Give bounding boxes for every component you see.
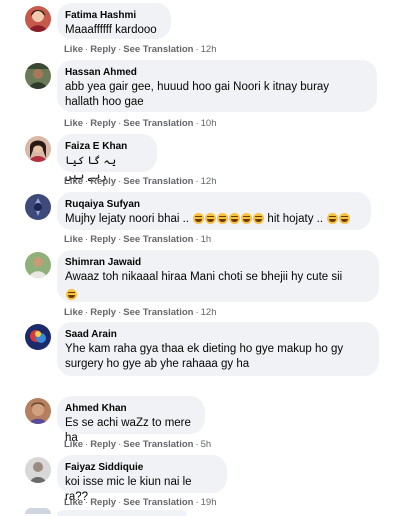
avatar[interactable] <box>25 508 51 514</box>
comment-text-part: hit hojaty .. <box>267 213 324 225</box>
avatar[interactable] <box>25 63 51 89</box>
comment-bubble: Shimran Jawaid Awaaz toh nikaaal hiraa M… <box>57 250 379 302</box>
separator-dot: · <box>85 497 89 508</box>
comment-author[interactable]: Shimran Jawaid <box>65 256 369 270</box>
see-translation-link[interactable]: See Translation <box>123 118 193 129</box>
like-button[interactable]: Like <box>64 176 83 187</box>
reply-button[interactable]: Reply <box>90 307 116 318</box>
comment-bubble: Hassan Ahmed abb yea gair gee, huuud hoo… <box>57 60 377 112</box>
laughing-emoji-icon <box>252 213 264 224</box>
comment-actions: Like · Reply · See Translation · 12h <box>64 44 217 56</box>
like-button[interactable]: Like <box>64 439 83 450</box>
timestamp[interactable]: 12h <box>201 176 217 187</box>
avatar[interactable] <box>25 398 51 424</box>
like-button[interactable]: Like <box>64 44 83 55</box>
comment-bubble: Ruqaiya Sufyan Mujhy lejaty noori bhai .… <box>57 192 371 230</box>
comment-text-part: Mujhy lejaty noori bhai .. <box>65 213 190 225</box>
separator-dot: · <box>195 44 199 55</box>
separator-dot: · <box>195 497 199 508</box>
like-button[interactable]: Like <box>64 497 83 508</box>
timestamp[interactable]: 19h <box>201 497 217 508</box>
comment-author[interactable]: Ahmed Khan <box>65 402 195 416</box>
laughing-emoji-icon <box>192 213 204 224</box>
comment-bubble: Ahmed Khan Es se achi waZz to mere ha <box>57 396 205 444</box>
laughing-emoji-icon <box>216 213 228 224</box>
reply-button[interactable]: Reply <box>90 234 116 245</box>
laughing-emoji-icon <box>326 213 338 224</box>
see-translation-link[interactable]: See Translation <box>123 307 193 318</box>
like-button[interactable]: Like <box>64 234 83 245</box>
timestamp[interactable]: 10h <box>201 118 217 129</box>
comment-text: Maaaffffff kardooo <box>65 24 157 36</box>
reply-button[interactable]: Reply <box>90 118 116 129</box>
reply-button[interactable]: Reply <box>90 497 116 508</box>
comment-actions: Like · Reply · See Translation · 12h <box>64 176 217 188</box>
laughing-emoji-icon <box>228 213 240 224</box>
comment-author[interactable]: Faiyaz Siddiquie <box>65 461 217 475</box>
separator-dot: · <box>118 497 122 508</box>
see-translation-link[interactable]: See Translation <box>123 497 193 508</box>
separator-dot: · <box>118 439 122 450</box>
comment-bubble: Fatima Hashmi Maaaffffff kardooo <box>57 3 171 39</box>
comment-bubble: Faiyaz Siddiquie koi isse mic le kiun na… <box>57 455 227 503</box>
separator-dot: · <box>195 176 199 187</box>
separator-dot: · <box>195 234 199 245</box>
comment-author[interactable]: Saad Arain <box>65 328 369 342</box>
separator-dot: · <box>85 44 89 55</box>
comment-text: abb yea gair gee, huuud hoo gai Noori k … <box>65 81 330 108</box>
comment-actions: Like · Reply · See Translation · 1h <box>64 234 211 246</box>
laughing-emoji-icon <box>240 213 252 224</box>
comment-bubble: Faiza E Khan یہ گا کیا رہے ہیں <box>57 134 157 182</box>
comment-bubble: Saad Arain Yhe kam raha gya thaa ek diet… <box>57 322 379 376</box>
timestamp[interactable]: 12h <box>201 44 217 55</box>
separator-dot: · <box>118 44 122 55</box>
avatar[interactable] <box>25 194 51 220</box>
separator-dot: · <box>118 118 122 129</box>
avatar[interactable] <box>25 252 51 278</box>
comment-text: Mujhy lejaty noori bhai .. hit hojaty .. <box>65 212 361 227</box>
reply-button[interactable]: Reply <box>90 439 116 450</box>
comment-bubble <box>57 510 187 516</box>
separator-dot: · <box>85 234 89 245</box>
reply-button[interactable]: Reply <box>90 44 116 55</box>
separator-dot: · <box>85 439 89 450</box>
laughing-emoji-icon <box>204 213 216 224</box>
avatar[interactable] <box>25 457 51 483</box>
separator-dot: · <box>195 118 199 129</box>
see-translation-link[interactable]: See Translation <box>123 439 193 450</box>
timestamp[interactable]: 5h <box>201 439 212 450</box>
like-button[interactable]: Like <box>64 307 83 318</box>
comment-text: Yhe kam raha gya thaa ek dieting ho gye … <box>65 343 344 370</box>
comment-text: Awaaz toh nikaaal hiraa Mani choti se bh… <box>65 271 343 283</box>
timestamp[interactable]: 12h <box>201 307 217 318</box>
timestamp[interactable]: 1h <box>201 234 212 245</box>
comment-actions: Like · Reply · See Translation · 5h <box>64 439 211 451</box>
separator-dot: · <box>85 176 89 187</box>
like-button[interactable]: Like <box>64 118 83 129</box>
separator-dot: · <box>118 176 122 187</box>
see-translation-link[interactable]: See Translation <box>123 176 193 187</box>
avatar[interactable] <box>25 136 51 162</box>
separator-dot: · <box>195 307 199 318</box>
see-translation-link[interactable]: See Translation <box>123 234 193 245</box>
comment-actions: Like · Reply · See Translation · 12h <box>64 307 217 319</box>
avatar[interactable] <box>25 324 51 350</box>
reply-button[interactable]: Reply <box>90 176 116 187</box>
separator-dot: · <box>85 307 89 318</box>
comment-actions: Like · Reply · See Translation · 19h <box>64 497 217 509</box>
separator-dot: · <box>118 234 122 245</box>
separator-dot: · <box>195 439 199 450</box>
see-translation-link[interactable]: See Translation <box>123 44 193 55</box>
comment-author[interactable]: Ruqaiya Sufyan <box>65 198 361 212</box>
comment-author[interactable]: Faiza E Khan <box>65 140 147 154</box>
comment-actions: Like · Reply · See Translation · 10h <box>64 118 217 130</box>
laughing-emoji-icon <box>338 213 350 224</box>
separator-dot: · <box>118 307 122 318</box>
comment-author[interactable]: Hassan Ahmed <box>65 66 367 80</box>
comment-author[interactable]: Fatima Hashmi <box>65 9 161 23</box>
avatar[interactable] <box>25 6 51 32</box>
laughing-emoji-icon <box>65 289 77 300</box>
separator-dot: · <box>85 118 89 129</box>
